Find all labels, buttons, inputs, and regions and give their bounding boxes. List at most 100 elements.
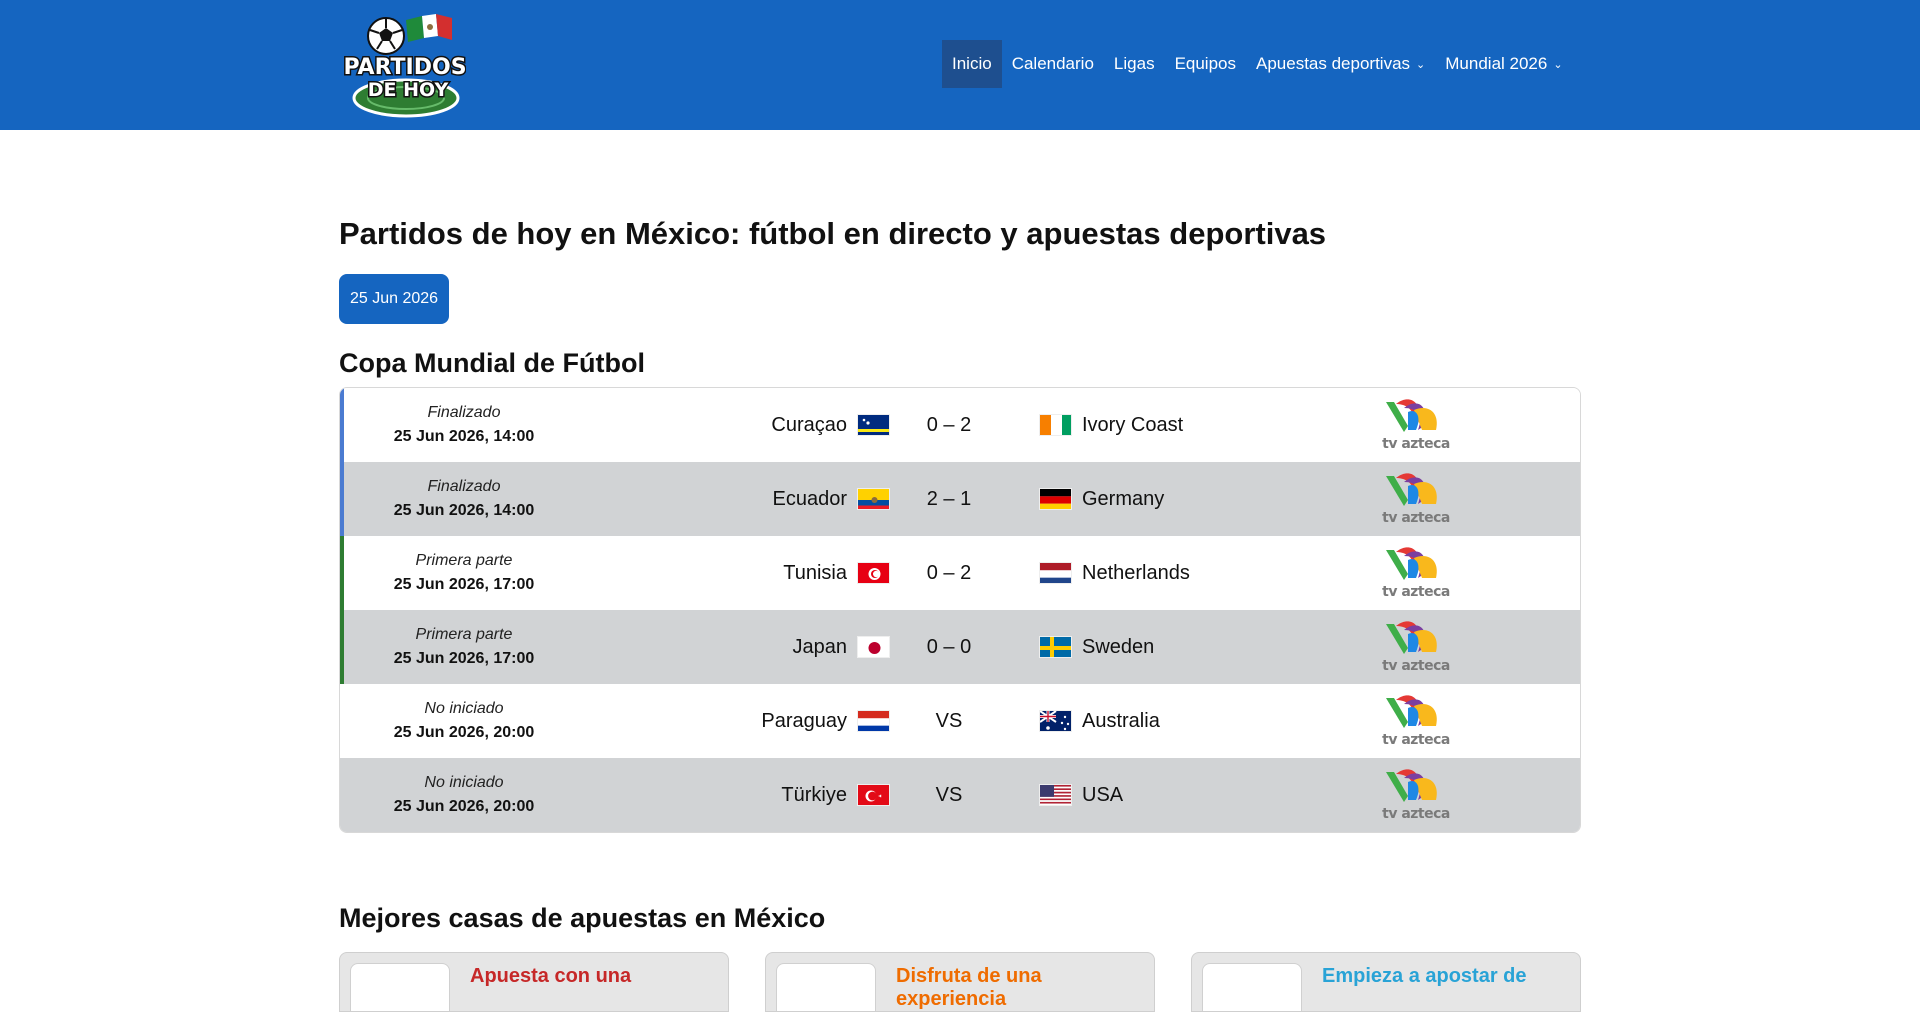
away-team-name: Ivory Coast [1082, 413, 1184, 436]
match-row[interactable]: No iniciado 25 Jun 2026, 20:00 Türkiye VS US… [340, 758, 1580, 832]
tv-azteca-logo-icon[interactable]: tv azteca [1378, 398, 1454, 452]
match-status: Finalizado [427, 404, 501, 421]
nav-item-mundial-2026[interactable]: Mundial 2026 ⌄ [1435, 40, 1572, 88]
betting-card-headline: Disfruta de una experiencia [896, 965, 1042, 1010]
svg-text:tv azteca: tv azteca [1382, 584, 1450, 600]
away-team[interactable]: USA [1039, 784, 1123, 807]
match-status: No iniciado [424, 774, 504, 791]
away-team[interactable]: Ivory Coast [1039, 414, 1183, 437]
away-team[interactable]: Netherlands [1039, 562, 1190, 585]
nav-item-calendario[interactable]: Calendario [1002, 40, 1104, 88]
match-row[interactable]: Finalizado 25 Jun 2026, 14:00 Curaçao 0 – 2… [340, 388, 1580, 462]
main-nav: Inicio Calendario Ligas Equipos Apuestas… [942, 40, 1573, 88]
home-team-name: Japan [792, 635, 848, 658]
away-team-name: USA [1082, 783, 1124, 806]
nav-item-inicio[interactable]: Inicio [942, 40, 1002, 88]
match-row[interactable]: Primera parte 25 Jun 2026, 17:00 Japan 0 – … [340, 610, 1580, 684]
tv-azteca-logo-icon[interactable]: tv azteca [1378, 694, 1454, 748]
match-status: Primera parte [415, 626, 513, 643]
logo-text-1: PARTIDOS [344, 55, 466, 80]
home-team[interactable]: Paraguay [761, 710, 890, 733]
match-row[interactable]: Finalizado 25 Jun 2026, 14:00 Ecuador 2 – 1… [340, 462, 1580, 536]
date-selector-button[interactable]: 25 Jun 2026 [339, 274, 450, 324]
betting-card[interactable]: Disfruta de una experiencia [765, 952, 1155, 1012]
tv-azteca-logo-icon[interactable]: tv azteca [1378, 546, 1454, 600]
match-score: 0 – 2 [926, 413, 972, 436]
chevron-down-icon: ⌄ [1416, 59, 1426, 71]
usa-flag-icon [1039, 784, 1072, 806]
site-header: PARTIDOS DE HOY Inicio Calendario Ligas … [0, 0, 1920, 130]
main-content: Partidos de hoy en México: fútbol en dir… [339, 130, 1581, 1012]
match-status: Primera parte [415, 552, 513, 569]
match-status-block: No iniciado 25 Jun 2026, 20:00 [344, 700, 584, 742]
match-datetime: 25 Jun 2026, 14:00 [393, 428, 535, 445]
turkiye-flag-icon [857, 784, 890, 806]
match-score: 2 – 1 [926, 487, 972, 510]
match-score: VS [935, 783, 963, 806]
svg-text:tv azteca: tv azteca [1382, 510, 1450, 526]
home-team-name: Tunisia [783, 561, 847, 584]
match-list: Finalizado 25 Jun 2026, 14:00 Curaçao 0 – 2… [339, 387, 1581, 833]
tv-azteca-logo-icon[interactable]: tv azteca [1378, 472, 1454, 526]
home-team[interactable]: Tunisia [783, 562, 890, 585]
match-status: No iniciado [424, 700, 504, 717]
japan-flag-icon [857, 636, 890, 658]
paraguay-flag-icon [857, 710, 890, 732]
home-team[interactable]: Türkiye [781, 784, 890, 807]
sweden-flag-icon [1039, 636, 1072, 658]
tv-azteca-logo-icon[interactable]: tv azteca [1378, 768, 1454, 822]
match-status-block: Finalizado 25 Jun 2026, 14:00 [344, 478, 584, 520]
match-status-block: No iniciado 25 Jun 2026, 20:00 [344, 774, 584, 816]
match-datetime: 25 Jun 2026, 20:00 [393, 724, 535, 741]
netherlands-flag-icon [1039, 562, 1072, 584]
mexico-flag-icon [406, 14, 452, 42]
soccer-ball-icon [367, 17, 405, 55]
away-team[interactable]: Sweden [1039, 636, 1154, 659]
svg-text:tv azteca: tv azteca [1382, 806, 1450, 822]
match-score: 0 – 2 [926, 561, 972, 584]
betting-card[interactable]: Apuesta con una [339, 952, 729, 1012]
match-datetime: 25 Jun 2026, 14:00 [393, 502, 535, 519]
australia-flag-icon [1039, 710, 1072, 732]
away-team-name: Netherlands [1082, 561, 1190, 584]
ecuador-flag-icon [857, 488, 890, 510]
bookmaker-logo [776, 963, 876, 1011]
match-status-block: Finalizado 25 Jun 2026, 14:00 [344, 404, 584, 446]
away-team-name: Australia [1082, 709, 1160, 732]
nav-item-ligas[interactable]: Ligas [1104, 40, 1165, 88]
match-score: VS [935, 709, 963, 732]
tv-azteca-logo-icon[interactable]: tv azteca [1378, 620, 1454, 674]
germany-flag-icon [1039, 488, 1072, 510]
svg-text:tv azteca: tv azteca [1382, 436, 1450, 452]
home-team-name: Curaçao [771, 413, 847, 436]
page-title: Partidos de hoy en México: fútbol en dir… [339, 216, 1327, 251]
match-datetime: 25 Jun 2026, 20:00 [393, 798, 535, 815]
nav-item-equipos[interactable]: Equipos [1165, 40, 1246, 88]
betting-card[interactable]: Empieza a apostar de [1191, 952, 1581, 1012]
match-status-block: Primera parte 25 Jun 2026, 17:00 [344, 626, 584, 668]
betting-cards: Apuesta con una Disfruta de una experien… [339, 952, 1581, 1012]
betting-section-title: Mejores casas de apuestas en México [339, 903, 826, 933]
match-row[interactable]: Primera parte 25 Jun 2026, 17:00 Tunisia 0 … [340, 536, 1580, 610]
site-logo[interactable]: PARTIDOS DE HOY [342, 12, 468, 118]
home-team[interactable]: Ecuador [772, 487, 890, 511]
match-status: Finalizado [427, 478, 501, 495]
home-team[interactable]: Japan [792, 635, 890, 659]
home-team-name: Ecuador [772, 487, 848, 510]
match-status-block: Primera parte 25 Jun 2026, 17:00 [344, 552, 584, 594]
bookmaker-logo [1202, 963, 1302, 1011]
match-datetime: 25 Jun 2026, 17:00 [393, 650, 535, 667]
match-row[interactable]: No iniciado 25 Jun 2026, 20:00 Paraguay VS A… [340, 684, 1580, 758]
svg-text:tv azteca: tv azteca [1382, 732, 1450, 748]
league-title[interactable]: Copa Mundial de Fútbol [339, 348, 1581, 379]
ivory-coast-flag-icon [1039, 414, 1072, 436]
home-team[interactable]: Curaçao [771, 414, 890, 437]
nav-item-apuestas-deportivas[interactable]: Apuestas deportivas ⌄ [1246, 40, 1435, 88]
home-team-name: Türkiye [781, 783, 847, 806]
away-team[interactable]: Australia [1039, 710, 1160, 733]
chevron-down-icon: ⌄ [1553, 59, 1563, 71]
away-team-name: Germany [1082, 487, 1165, 510]
betting-card-headline: Empieza a apostar de [1322, 965, 1527, 987]
match-score: 0 – 0 [926, 635, 972, 658]
away-team[interactable]: Germany [1039, 488, 1164, 511]
